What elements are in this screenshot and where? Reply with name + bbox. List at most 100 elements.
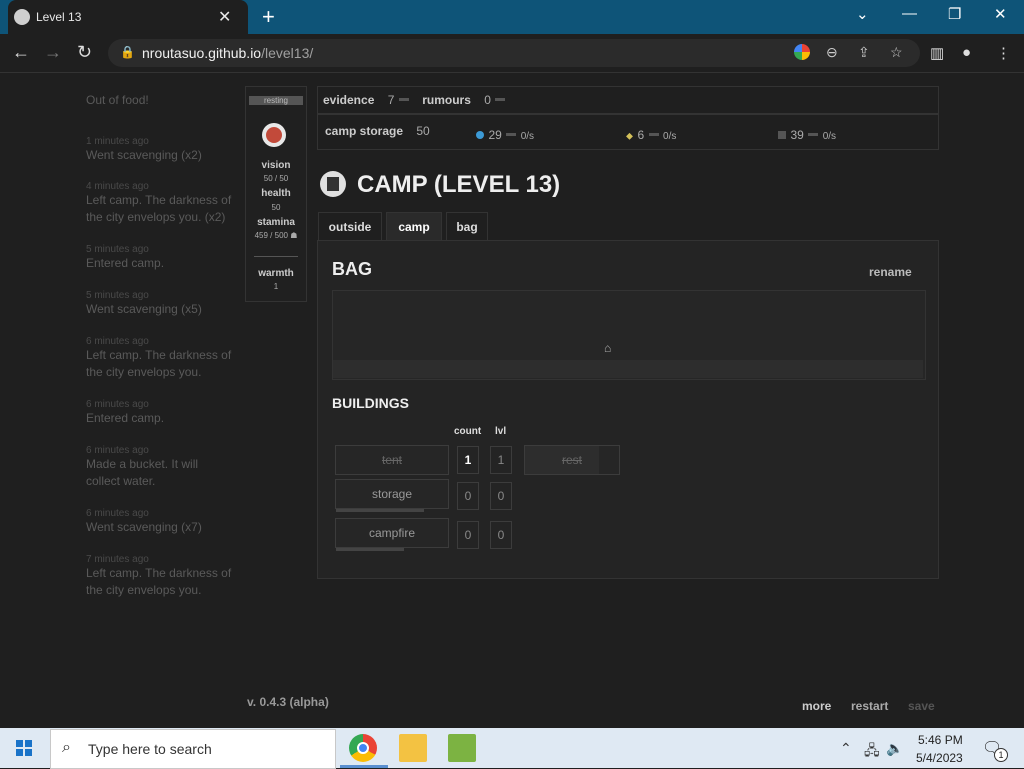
log-text: Out of food! — [86, 93, 149, 107]
log-entry: Out of food! — [86, 92, 246, 109]
restart-button[interactable]: restart — [851, 699, 888, 713]
log-time: 6 minutes ago — [86, 445, 149, 456]
storage-count: 0 — [457, 482, 479, 510]
build-tent-button[interactable]: tent — [335, 445, 449, 475]
back-button[interactable]: ← — [12, 42, 30, 63]
campfire-level: 0 — [490, 521, 512, 549]
tab-outside[interactable]: outside — [318, 212, 382, 241]
tab-search-chevron-icon[interactable]: ⌄ — [856, 5, 869, 23]
vision-value: 50 / 50 — [263, 174, 289, 183]
reload-button[interactable]: ↻ — [77, 42, 92, 63]
version-label: v. 0.4.3 (alpha) — [247, 695, 329, 709]
rest-button[interactable]: rest — [524, 445, 620, 475]
file-explorer-taskbar-icon[interactable] — [399, 734, 427, 762]
close-window-button[interactable]: ✕ — [994, 5, 1007, 23]
clock-date[interactable]: 5/4/2023 — [916, 751, 963, 765]
storage-progress-bar — [336, 509, 424, 512]
forward-button[interactable]: → — [44, 42, 62, 63]
restore-button[interactable]: ❐ — [948, 5, 961, 23]
log-text: Entered camp. — [86, 256, 165, 270]
page-title: CAMP (LEVEL 13) — [357, 171, 561, 198]
log-entry: 6 minutes ago Went scavenging (x7) — [86, 508, 246, 536]
log-entry: 1 minutes ago Went scavenging (x2) — [86, 136, 246, 164]
log-entry: 5 minutes ago Entered camp. — [86, 244, 246, 272]
column-count-header: count — [454, 426, 482, 437]
menu-dots-icon[interactable]: ⋮ — [996, 44, 1011, 62]
storage-level: 0 — [490, 482, 512, 510]
google-lens-icon[interactable] — [794, 44, 810, 60]
zoom-icon[interactable]: ⊖ — [826, 44, 838, 61]
save-button[interactable]: save — [908, 699, 935, 713]
tent-count: 1 — [457, 446, 479, 474]
status-badge: resting — [249, 96, 303, 105]
search-icon: ⌕ — [62, 739, 71, 756]
build-storage-button[interactable]: storage — [335, 479, 449, 509]
log-entry: 5 minutes ago Went scavenging (x5) — [86, 290, 246, 318]
log-time: 5 minutes ago — [86, 244, 149, 255]
spreadsheet-taskbar-icon[interactable] — [448, 734, 476, 762]
chrome-taskbar-icon[interactable] — [349, 734, 377, 762]
search-placeholder: Type here to search — [88, 741, 212, 757]
log-text: Made a bucket. It will collect water. — [86, 457, 199, 488]
warmth-label: warmth — [258, 268, 294, 279]
log-entry: 4 minutes ago Left camp. The darkness of… — [86, 181, 246, 226]
stamina-value: 459 / 500 ☗ — [254, 231, 298, 240]
bag-title: BAG — [332, 259, 372, 279]
stamina-runner-icon: ☗ — [290, 231, 298, 240]
log-entry: 6 minutes ago Entered camp. — [86, 399, 246, 427]
campfire-count: 0 — [457, 521, 479, 549]
food-resource: ⬥ 6 0/s — [626, 128, 677, 142]
status-divider — [254, 256, 298, 257]
stamina-label: stamina — [257, 217, 295, 228]
new-tab-button[interactable]: + — [262, 4, 275, 30]
log-text: Went scavenging (x7) — [86, 520, 202, 534]
vision-label: vision — [261, 160, 291, 171]
log-time: 6 minutes ago — [86, 508, 149, 519]
tent-level: 1 — [490, 446, 512, 474]
tab-title: Level 13 — [36, 10, 82, 24]
rename-button[interactable]: rename — [869, 265, 912, 279]
tray-chevron-icon[interactable]: ⌃ — [840, 740, 852, 757]
buildings-title: BUILDINGS — [332, 395, 409, 411]
windows-start-icon[interactable] — [16, 740, 32, 756]
bookmark-star-icon[interactable]: ☆ — [890, 44, 903, 61]
bag-house-icon[interactable]: ⌂ — [604, 341, 611, 355]
log-text: Left camp. The darkness of the city enve… — [86, 566, 232, 597]
vision-icon — [262, 123, 286, 147]
log-time: 1 minutes ago — [86, 136, 149, 147]
minimize-button[interactable]: — — [902, 5, 917, 22]
water-icon — [476, 131, 484, 139]
log-time: 4 minutes ago — [86, 181, 149, 192]
log-text: Left camp. The darkness of the city enve… — [86, 193, 232, 224]
volume-icon[interactable]: 🔈 — [886, 740, 903, 757]
log-text: Went scavenging (x5) — [86, 302, 202, 316]
notification-count: 1 — [994, 748, 1008, 762]
log-time: 6 minutes ago — [86, 336, 149, 347]
side-panel-icon[interactable]: ▥ — [930, 44, 944, 62]
profile-icon[interactable]: ● — [962, 44, 971, 61]
url-text[interactable]: nroutasuo.github.io/level13/ — [142, 45, 313, 61]
tab-favicon-icon — [14, 9, 30, 25]
network-icon[interactable]: 🖧 — [864, 740, 880, 764]
clock-time[interactable]: 5:46 PM — [918, 733, 963, 747]
tab-bag[interactable]: bag — [446, 212, 488, 241]
tab-camp[interactable]: camp — [386, 212, 442, 241]
log-entry: 6 minutes ago Left camp. The darkness of… — [86, 336, 246, 381]
more-button[interactable]: more — [802, 699, 831, 713]
tab-close-icon[interactable]: ✕ — [218, 7, 231, 27]
log-entry: 6 minutes ago Made a bucket. It will col… — [86, 445, 216, 490]
log-text: Left camp. The darkness of the city enve… — [86, 348, 232, 379]
metal-resource: 39 0/s — [778, 126, 836, 144]
log-entry: 7 minutes ago Left camp. The darkness of… — [86, 554, 246, 599]
log-time: 7 minutes ago — [86, 554, 149, 565]
lock-icon[interactable]: 🔒 — [120, 45, 135, 59]
share-icon[interactable]: ⇪ — [858, 44, 870, 61]
build-campfire-button[interactable]: campfire — [335, 518, 449, 548]
water-resource: 29 0/s — [476, 126, 534, 144]
bag-strip — [333, 360, 923, 378]
warmth-value: 1 — [273, 282, 279, 291]
evidence-stat: evidence 7 rumours 0 — [323, 91, 506, 109]
camp-storage-stat: camp storage 50 — [325, 124, 430, 138]
log-text: Entered camp. — [86, 411, 165, 425]
campfire-progress-bar — [336, 548, 404, 551]
